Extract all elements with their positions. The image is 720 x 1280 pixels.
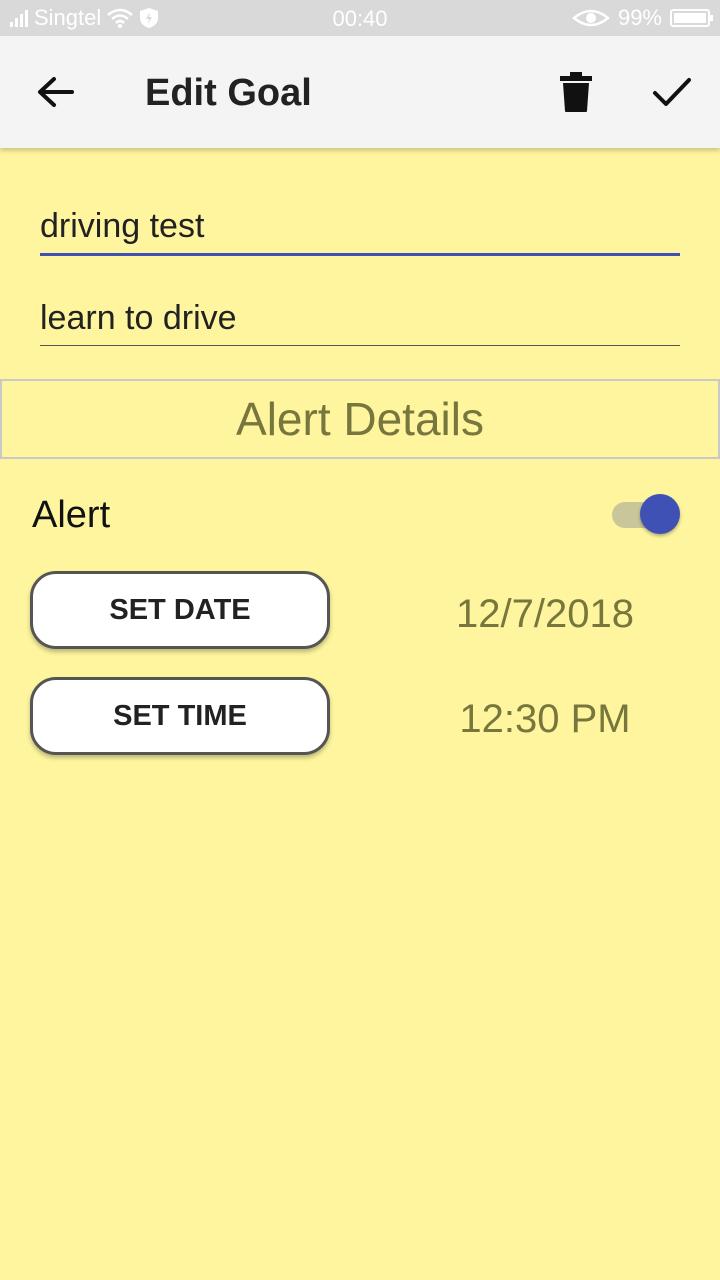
check-icon [653, 78, 691, 106]
date-value: 12/7/2018 [456, 592, 634, 636]
status-bar: Singtel 00:40 99% [0, 0, 720, 36]
eye-icon [571, 9, 610, 27]
delete-button[interactable] [556, 70, 596, 114]
toggle-knob [640, 494, 680, 534]
set-date-button[interactable]: SET DATE [30, 571, 330, 649]
battery-percent: 99% [617, 5, 662, 30]
back-arrow-icon [38, 77, 74, 107]
trash-icon [560, 72, 592, 112]
alert-toggle[interactable] [612, 494, 684, 536]
save-button[interactable] [650, 72, 694, 112]
battery-icon [670, 9, 713, 27]
page-title: Edit Goal [145, 72, 312, 114]
alert-details-header: Alert Details [0, 379, 720, 459]
set-time-button[interactable]: SET TIME [30, 677, 330, 755]
goal-title-input[interactable] [40, 200, 680, 256]
goal-description-input[interactable] [40, 292, 680, 346]
back-button[interactable] [32, 72, 80, 112]
alert-label: Alert [32, 494, 111, 536]
status-right: 99% [571, 5, 713, 31]
time-value: 12:30 PM [459, 697, 631, 741]
app-bar: Edit Goal [0, 36, 720, 148]
